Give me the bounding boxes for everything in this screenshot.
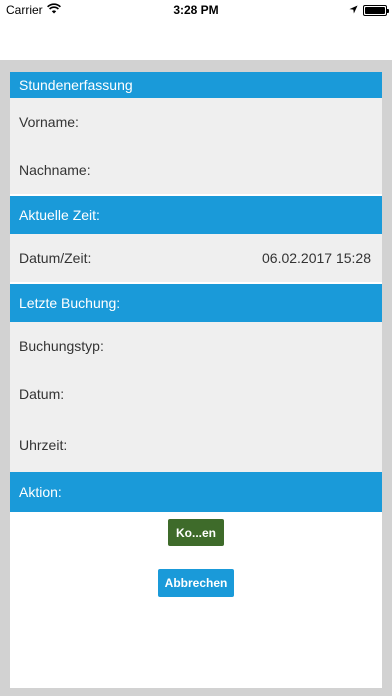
content-frame: Stundenerfassung Vorname: Nachname: Aktu… [0, 60, 392, 696]
location-arrow-icon [349, 3, 358, 17]
datum-zeit-value: 06.02.2017 15:28 [262, 250, 371, 266]
time-tracking-card: Stundenerfassung Vorname: Nachname: Aktu… [10, 72, 382, 688]
status-time: 3:28 PM [173, 3, 219, 17]
section-title: Aktion: [19, 484, 62, 500]
section-title: Stundenerfassung [19, 77, 133, 93]
vorname-label: Vorname: [19, 114, 79, 130]
row-buchungstyp: Buchungstyp: [10, 322, 382, 370]
book-button[interactable]: Ko...en [168, 519, 224, 546]
section-header-aktion: Aktion: [10, 472, 382, 512]
section-title: Aktuelle Zeit: [19, 207, 100, 223]
nachname-label: Nachname: [19, 162, 91, 178]
datum-zeit-label: Datum/Zeit: [19, 250, 92, 266]
section-header-letzte-buchung: Letzte Buchung: [10, 284, 382, 322]
status-right [349, 3, 389, 17]
datum-label: Datum: [19, 386, 65, 402]
cancel-button[interactable]: Abbrechen [158, 569, 234, 597]
row-datum: Datum: [10, 370, 382, 418]
section-header-stundenerfassung: Stundenerfassung [10, 72, 382, 98]
row-vorname: Vorname: [10, 98, 382, 146]
battery-icon [363, 4, 389, 16]
row-datum-zeit: Datum/Zeit: 06.02.2017 15:28 [10, 234, 382, 282]
action-area: Ko...en Abbrechen [10, 512, 382, 688]
buchungstyp-label: Buchungstyp: [19, 338, 104, 354]
uhrzeit-label: Uhrzeit: [19, 437, 68, 453]
section-title: Letzte Buchung: [19, 295, 121, 311]
status-bar: Carrier 3:28 PM [0, 0, 392, 20]
row-uhrzeit: Uhrzeit: [10, 418, 382, 472]
section-header-aktuelle-zeit: Aktuelle Zeit: [10, 196, 382, 234]
navigation-bar [0, 20, 392, 60]
row-nachname: Nachname: [10, 146, 382, 194]
